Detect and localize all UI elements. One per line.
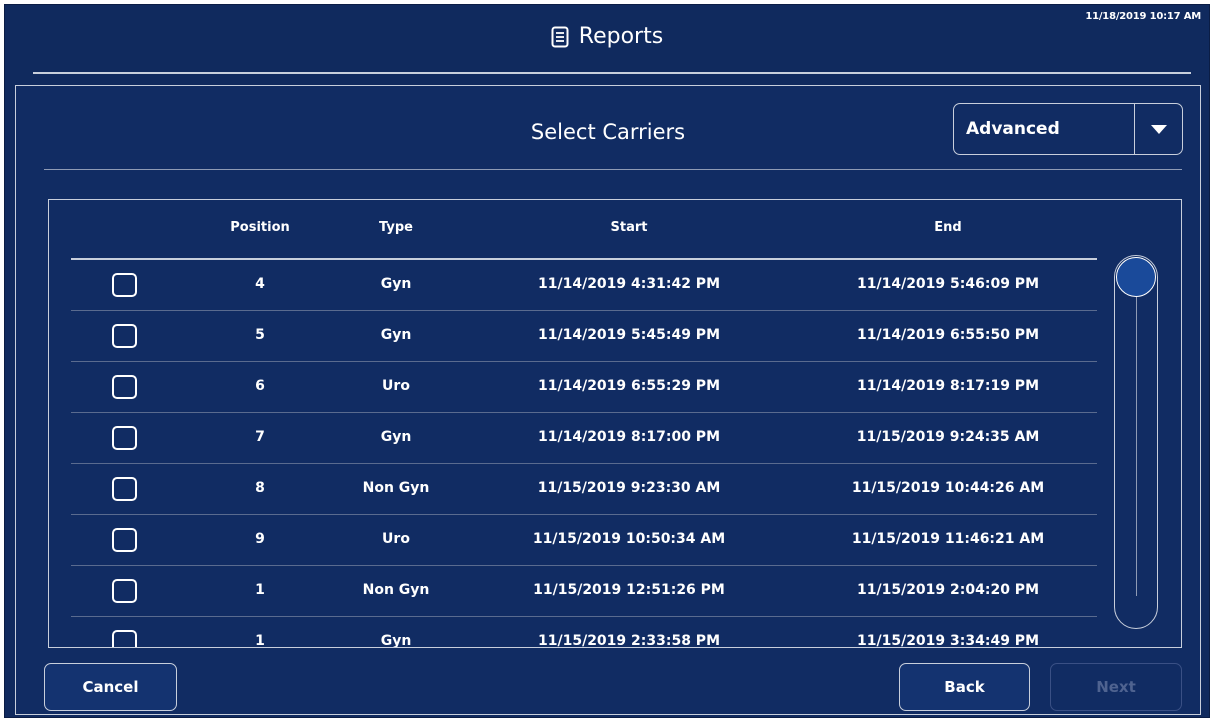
cell-start: 11/15/2019 9:23:30 AM: [537, 480, 721, 496]
cell-end: 11/15/2019 2:04:20 PM: [857, 582, 1039, 598]
table-row[interactable]: 1 Gyn 11/15/2019 2:33:58 PM 11/15/2019 3…: [71, 617, 1097, 648]
reports-window: Reports 11/18/2019 10:17 AM Select Carri…: [4, 4, 1210, 718]
row-checkbox[interactable]: [112, 579, 137, 603]
row-checkbox[interactable]: [112, 477, 137, 501]
cell-end: 11/15/2019 3:34:49 PM: [857, 633, 1039, 648]
section-divider: [44, 169, 1182, 170]
cell-type: Gyn: [380, 429, 412, 445]
table-row[interactable]: 7 Gyn 11/14/2019 8:17:00 PM 11/15/2019 9…: [71, 413, 1097, 464]
cell-type: Uro: [382, 531, 410, 547]
mode-dropdown-value: Advanced: [966, 119, 1060, 139]
cell-start: 11/14/2019 4:31:42 PM: [538, 276, 720, 292]
chevron-down-icon: [1150, 124, 1167, 134]
title-group: Reports: [5, 24, 1209, 49]
datetime-label: 11/18/2019 10:17 AM: [1085, 11, 1201, 22]
cell-type: Uro: [382, 378, 410, 394]
cell-position: 1: [255, 582, 265, 598]
row-checkbox[interactable]: [112, 528, 137, 552]
carriers-table: Position Type Start End 4 Gyn 11/14/2019…: [48, 199, 1182, 648]
next-button[interactable]: Next: [1050, 663, 1182, 711]
row-checkbox[interactable]: [112, 426, 137, 450]
row-checkbox[interactable]: [112, 273, 137, 297]
table-header: Position Type Start End: [49, 200, 1181, 258]
title-divider: [33, 72, 1191, 74]
row-checkbox[interactable]: [112, 324, 137, 348]
cell-end: 11/15/2019 11:46:21 AM: [851, 531, 1045, 547]
table-row[interactable]: 6 Uro 11/14/2019 6:55:29 PM 11/14/2019 8…: [71, 362, 1097, 413]
table-row[interactable]: 8 Non Gyn 11/15/2019 9:23:30 AM 11/15/20…: [71, 464, 1097, 515]
cell-type: Non Gyn: [362, 480, 430, 496]
cell-end: 11/15/2019 10:44:26 AM: [851, 480, 1045, 496]
row-checkbox[interactable]: [112, 375, 137, 399]
cell-type: Gyn: [380, 327, 412, 343]
title-bar: Reports 11/18/2019 10:17 AM: [5, 5, 1209, 74]
back-button[interactable]: Back: [899, 663, 1030, 711]
table-row[interactable]: 4 Gyn 11/14/2019 4:31:42 PM 11/14/2019 5…: [71, 260, 1097, 311]
scrollbar-thumb[interactable]: [1116, 257, 1156, 297]
row-checkbox[interactable]: [112, 630, 137, 647]
cell-position: 7: [255, 429, 265, 445]
cell-start: 11/15/2019 10:50:34 AM: [532, 531, 726, 547]
cell-end: 11/14/2019 6:55:50 PM: [857, 327, 1039, 343]
table-row[interactable]: 1 Non Gyn 11/15/2019 12:51:26 PM 11/15/2…: [71, 566, 1097, 617]
table-row[interactable]: 9 Uro 11/15/2019 10:50:34 AM 11/15/2019 …: [71, 515, 1097, 566]
vertical-scrollbar[interactable]: [1114, 255, 1158, 629]
cell-end: 11/14/2019 5:46:09 PM: [857, 276, 1039, 292]
table-row[interactable]: 5 Gyn 11/14/2019 5:45:49 PM 11/14/2019 6…: [71, 311, 1097, 362]
page-title: Reports: [578, 24, 664, 49]
cell-end: 11/15/2019 9:24:35 AM: [856, 429, 1040, 445]
cancel-button[interactable]: Cancel: [44, 663, 177, 711]
cell-start: 11/15/2019 12:51:26 PM: [533, 582, 725, 598]
select-carriers-panel: Select Carriers Advanced Position Type S…: [15, 85, 1201, 715]
column-header-start: Start: [610, 220, 648, 235]
cell-type: Non Gyn: [362, 582, 430, 598]
table-body: 4 Gyn 11/14/2019 4:31:42 PM 11/14/2019 5…: [71, 260, 1097, 648]
cell-start: 11/15/2019 2:33:58 PM: [538, 633, 720, 648]
cell-position: 6: [255, 378, 265, 394]
cell-start: 11/14/2019 5:45:49 PM: [538, 327, 720, 343]
cell-start: 11/14/2019 6:55:29 PM: [538, 378, 720, 394]
cell-position: 8: [255, 480, 265, 496]
column-header-position: Position: [230, 220, 290, 235]
cell-position: 9: [255, 531, 265, 547]
cell-start: 11/14/2019 8:17:00 PM: [538, 429, 720, 445]
cell-type: Gyn: [380, 276, 412, 292]
scrollbar-groove: [1136, 296, 1137, 596]
mode-dropdown-toggle[interactable]: [1134, 104, 1182, 154]
column-header-type: Type: [379, 220, 413, 235]
cell-position: 1: [255, 633, 265, 648]
cell-end: 11/14/2019 8:17:19 PM: [857, 378, 1039, 394]
cell-type: Gyn: [380, 633, 412, 648]
document-icon: [551, 26, 569, 47]
cell-position: 4: [255, 276, 265, 292]
mode-dropdown[interactable]: Advanced: [953, 103, 1183, 155]
cell-position: 5: [255, 327, 265, 343]
column-header-end: End: [934, 220, 962, 235]
